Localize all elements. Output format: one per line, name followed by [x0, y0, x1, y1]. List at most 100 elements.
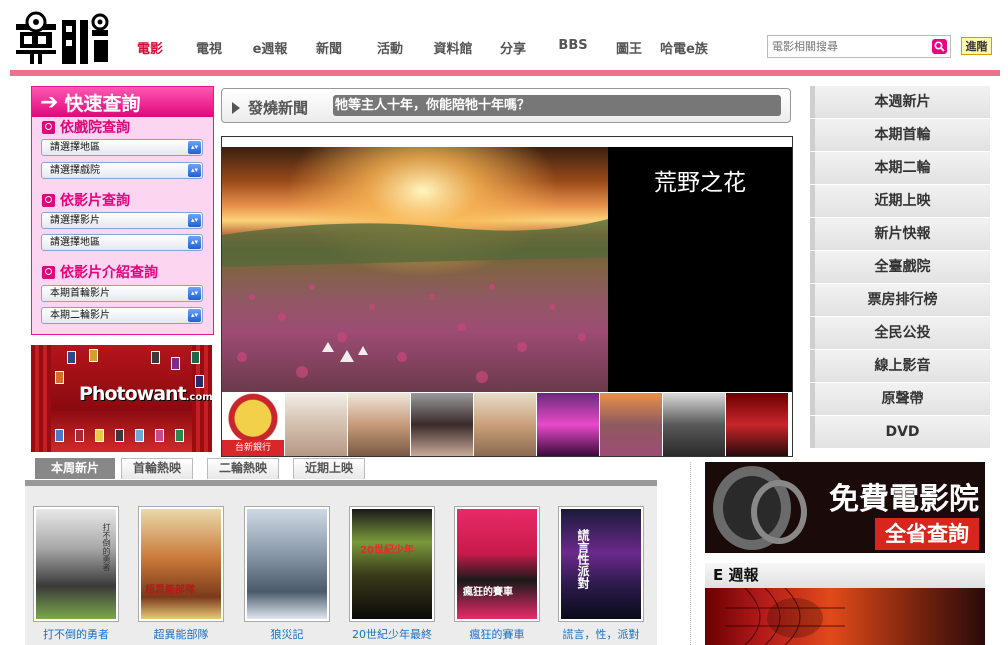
- tab-second-run[interactable]: 二輪熱映: [207, 458, 279, 479]
- search-button[interactable]: [932, 39, 947, 54]
- movie-search-heading: 依影片查詢: [42, 190, 130, 210]
- movie-poster[interactable]: 打不倒的勇者: [33, 506, 119, 622]
- movie-title[interactable]: 狼災記: [239, 626, 335, 642]
- cinema-theater-select-value: 請選擇戲院: [50, 165, 100, 176]
- search-icon: [42, 265, 55, 279]
- feature-caption-panel: 荒野之花: [608, 147, 792, 392]
- mini-poster: [191, 351, 200, 364]
- movie-region-select[interactable]: 請選擇地區 ▴▾: [41, 234, 203, 251]
- tab-first-run[interactable]: 首輪熱映: [121, 458, 193, 479]
- movie-poster-text: 打不倒的勇者: [102, 523, 111, 571]
- thumbnail[interactable]: [348, 393, 410, 456]
- nav-item-news[interactable]: 新聞: [298, 38, 360, 58]
- mini-poster: [95, 429, 104, 442]
- mini-poster: [89, 349, 98, 362]
- eweekly-image[interactable]: [705, 588, 985, 645]
- feature-image[interactable]: [222, 147, 608, 392]
- thumbnail[interactable]: [411, 393, 473, 456]
- mini-poster: [135, 429, 144, 442]
- mini-poster: [67, 351, 76, 364]
- movie-title[interactable]: 20世紀少年最終: [344, 626, 440, 642]
- right-menu-item-first-run[interactable]: 本期首輪: [810, 119, 990, 151]
- nav-item-database[interactable]: 資料館: [420, 38, 486, 58]
- thumbnail-bank-ad[interactable]: 台新銀行: [222, 393, 284, 456]
- mini-poster: [115, 429, 124, 442]
- movie-poster-text: 瘋狂的賽車: [463, 587, 513, 598]
- intro-search-heading: 依影片介紹查詢: [42, 262, 158, 282]
- movie-poster[interactable]: [244, 506, 330, 622]
- nav-item-eweekly[interactable]: e週報: [242, 38, 298, 58]
- movie-poster[interactable]: 20世紀少年: [349, 506, 435, 622]
- header-divider-bar: [10, 70, 1000, 76]
- cinema-region-select[interactable]: 請選擇地區 ▴▾: [41, 139, 203, 156]
- site-logo[interactable]: [14, 10, 112, 66]
- movie-title[interactable]: 超異能部隊: [133, 626, 229, 642]
- right-menu-item-box-office[interactable]: 票房排行榜: [810, 284, 990, 316]
- right-menu-item-dvd[interactable]: DVD: [810, 416, 990, 448]
- hot-news-label-text: 發燒新聞: [248, 99, 309, 117]
- movie-title[interactable]: 打不倒的勇者: [28, 626, 124, 642]
- right-menu-item-online-video[interactable]: 線上影音: [810, 350, 990, 382]
- free-cinema-subtitle: 全省查詢: [875, 518, 979, 550]
- movie-select[interactable]: 請選擇影片 ▴▾: [41, 212, 203, 229]
- nav-item-picture-king[interactable]: 圖王: [606, 38, 652, 58]
- cinema-search-heading-text: 依戲院查詢: [60, 120, 130, 136]
- mini-poster: [75, 429, 84, 442]
- free-cinema-title: 免費電影院: [829, 482, 979, 517]
- thumbnail[interactable]: [285, 393, 347, 456]
- main-nav: 電影 電視 e週報 新聞 活動 資料館 分享 BBS 圖王 哈電e族: [124, 38, 716, 58]
- first-run-select[interactable]: 本期首輪影片 ▴▾: [41, 285, 203, 302]
- search-icon: [42, 120, 55, 134]
- cinema-theater-select[interactable]: 請選擇戲院 ▴▾: [41, 162, 203, 179]
- play-triangle-icon: [232, 101, 240, 114]
- second-run-select[interactable]: 本期二輪影片 ▴▾: [41, 307, 203, 324]
- right-menu-item-second-run[interactable]: 本期二輪: [810, 152, 990, 184]
- right-menu-item-new-release-news[interactable]: 新片快報: [810, 218, 990, 250]
- thumbnail[interactable]: [474, 393, 536, 456]
- intro-search-heading-text: 依影片介紹查詢: [60, 265, 158, 281]
- thumbnail-bank-badge: 台新銀行: [222, 440, 284, 456]
- movie-card[interactable]: 瘋狂的賽車 瘋狂的賽車: [449, 506, 545, 642]
- feature-caption[interactable]: 荒野之花: [608, 163, 792, 197]
- nav-item-tv[interactable]: 電視: [176, 38, 242, 58]
- thumbnail[interactable]: [663, 393, 725, 456]
- quick-search-title: ➔ 快速查詢: [32, 87, 213, 117]
- movie-title[interactable]: 瘋狂的賽車: [449, 626, 545, 642]
- nav-item-movie[interactable]: 電影: [124, 38, 176, 58]
- nav-item-share[interactable]: 分享: [486, 38, 540, 58]
- right-menu-item-all-cinemas[interactable]: 全臺戲院: [810, 251, 990, 283]
- right-menu-item-coming-soon[interactable]: 近期上映: [810, 185, 990, 217]
- movie-poster[interactable]: 超異能部隊: [138, 506, 224, 622]
- right-menu-item-soundtrack[interactable]: 原聲帶: [810, 383, 990, 415]
- nav-item-bbs[interactable]: BBS: [540, 38, 606, 58]
- movie-title[interactable]: 謊言，性，派對: [553, 626, 649, 642]
- site-header: 電影 電視 e週報 新聞 活動 資料館 分享 BBS 圖王 哈電e族 進階: [0, 0, 1008, 78]
- movie-card[interactable]: 20世紀少年 20世紀少年最終: [344, 506, 440, 642]
- hot-news-ticker[interactable]: 牠等主人十年，你能陪牠十年嗎？: [333, 95, 781, 116]
- tab-coming-soon[interactable]: 近期上映: [293, 458, 365, 479]
- photowant-logo-main: Photowant: [79, 383, 187, 405]
- thumbnail[interactable]: [537, 393, 599, 456]
- free-cinema-banner[interactable]: 免費電影院 全省查詢: [705, 462, 985, 553]
- movie-card[interactable]: 狼災記: [239, 506, 335, 642]
- quick-search-title-text: 快速查詢: [64, 92, 141, 115]
- tab-weekly-new[interactable]: 本周新片: [35, 458, 115, 479]
- eweekly-header[interactable]: E 週報: [705, 563, 985, 588]
- photowant-banner[interactable]: Photowant.com: [31, 345, 212, 452]
- dropdown-arrows-icon: ▴▾: [188, 287, 201, 300]
- movie-card[interactable]: 打不倒的勇者 打不倒的勇者: [28, 506, 124, 642]
- search-icon: [934, 41, 945, 52]
- movie-card[interactable]: 謊言性派對 謊言，性，派對: [553, 506, 649, 642]
- search-icon: [42, 193, 55, 207]
- movie-poster[interactable]: 謊言性派對: [558, 506, 644, 622]
- right-menu-item-public-vote[interactable]: 全民公投: [810, 317, 990, 349]
- thumbnail[interactable]: [726, 393, 788, 456]
- advanced-search-button[interactable]: 進階: [961, 37, 992, 55]
- thumbnail[interactable]: [600, 393, 662, 456]
- nav-item-events[interactable]: 活動: [360, 38, 420, 58]
- movie-poster[interactable]: 瘋狂的賽車: [454, 506, 540, 622]
- right-menu-item-weekly-new[interactable]: 本週新片: [810, 86, 990, 118]
- search-input[interactable]: [768, 36, 928, 57]
- movie-card[interactable]: 超異能部隊 超異能部隊: [133, 506, 229, 642]
- nav-item-hahaw[interactable]: 哈電e族: [652, 38, 716, 58]
